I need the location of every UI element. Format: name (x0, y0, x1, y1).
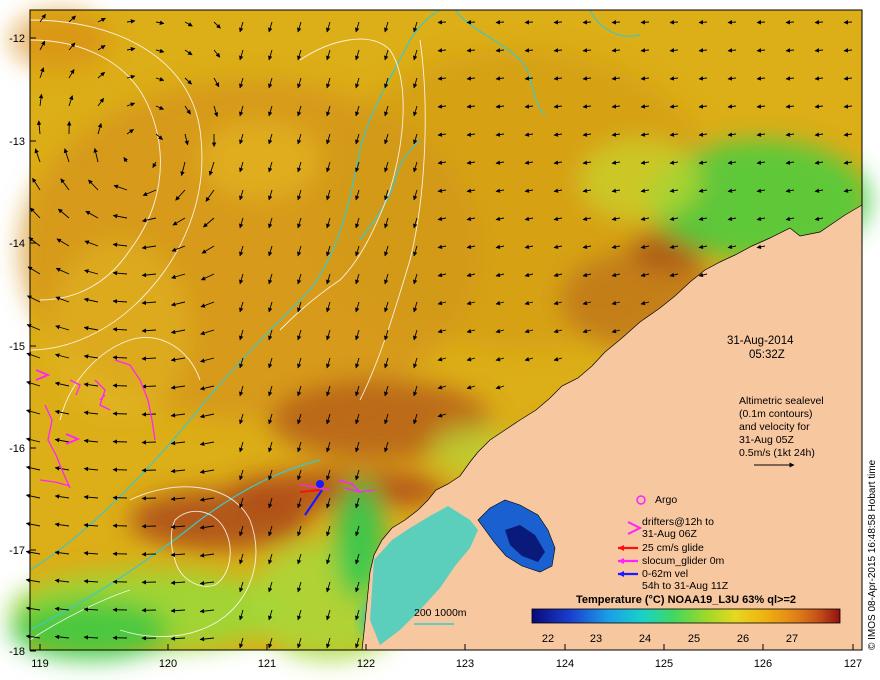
velocity-arrow (112, 411, 128, 416)
velocity-arrow (112, 439, 128, 444)
velocity-arrow (611, 20, 621, 25)
colorbar-tick-label: 24 (639, 633, 651, 645)
velocity-arrow (495, 20, 505, 25)
velocity-arrow (141, 440, 157, 445)
velocity-arrow (843, 20, 853, 25)
lon-tick-label: 125 (655, 658, 673, 670)
glide-legend-label: 25 cm/s glide (642, 542, 704, 554)
lat-tick-label: -14 (9, 238, 25, 250)
velocity-arrow (785, 20, 795, 25)
colorbar-tick-label: 26 (737, 633, 749, 645)
lon-tick-label: 121 (258, 658, 276, 670)
velocity-arrow (698, 20, 708, 25)
velocity-arrow (466, 20, 476, 25)
altimetry-note-line5: 0.5m/s (1kt 24h) (739, 447, 815, 459)
altimetry-note-line3: and velocity for (739, 421, 810, 433)
velocity-arrow (727, 20, 737, 25)
velocity-arrow (582, 20, 592, 25)
drifter-legend-line1: drifters@12h to (642, 516, 714, 528)
lon-tick-label: 124 (556, 658, 574, 670)
velocity-arrow (141, 412, 157, 417)
velocity-arrow (553, 20, 563, 25)
lon-tick-label: 123 (456, 658, 474, 670)
lon-tick-label: 119 (31, 658, 49, 670)
credit-line: © IMOS 08-Apr-2015 16:48:58 Hobart time (867, 459, 878, 650)
lon-tick-label: 120 (159, 658, 177, 670)
vel-legend-line1: 0-62m vel (642, 568, 688, 580)
vel-legend-line2: 54h to 31-Aug 11Z (642, 580, 729, 592)
isobath-legend-label: 200 1000m (414, 607, 467, 619)
velocity-arrow (669, 20, 679, 25)
colorbar-tick-label: 27 (786, 633, 798, 645)
altimetry-note-line1: Altimetric sealevel (739, 395, 824, 407)
colorbar-tick-label: 22 (542, 633, 554, 645)
map-time: 05:32Z (749, 349, 785, 361)
sst-map: Argo drifters@12h to 31-Aug 06Z 25 cm/s … (9, 9, 878, 670)
velocity-arrow (141, 496, 157, 501)
lon-tick-label: 126 (754, 658, 772, 670)
colorbar (531, 608, 841, 624)
drifter-legend-line2: 31-Aug 06Z (642, 528, 697, 540)
lon-tick-label: 127 (844, 658, 862, 670)
colorbar-title: Temperature (°C) NOAA19_L3U 63% ql>=2 (576, 594, 796, 606)
lat-tick-label: -17 (9, 545, 25, 557)
velocity-arrow (640, 20, 650, 25)
argo-legend-label: Argo (655, 494, 677, 506)
lat-tick-label: -13 (9, 136, 25, 148)
altimetry-note-line2: (0.1m contours) (739, 408, 813, 420)
velocity-arrow (524, 20, 534, 25)
velocity-arrow (756, 20, 766, 25)
velocity-arrow (437, 20, 447, 25)
lon-tick-label: 122 (357, 658, 375, 670)
colorbar-tick-label: 25 (688, 633, 700, 645)
altimetry-note-line4: 31-Aug 05Z (739, 434, 794, 446)
lat-tick-label: -12 (9, 33, 25, 45)
lat-tick-label: -16 (9, 443, 25, 455)
velocity-arrow (141, 468, 157, 473)
colorbar-tick-label: 23 (590, 633, 602, 645)
glider-position (316, 480, 324, 488)
velocity-arrow (112, 383, 128, 388)
glider-legend-label: slocum_glider 0m (642, 555, 725, 567)
lat-tick-label: -15 (9, 341, 25, 353)
velocity-arrow (814, 20, 824, 25)
map-date: 31-Aug-2014 (727, 335, 794, 347)
lat-tick-label: -18 (9, 646, 25, 658)
